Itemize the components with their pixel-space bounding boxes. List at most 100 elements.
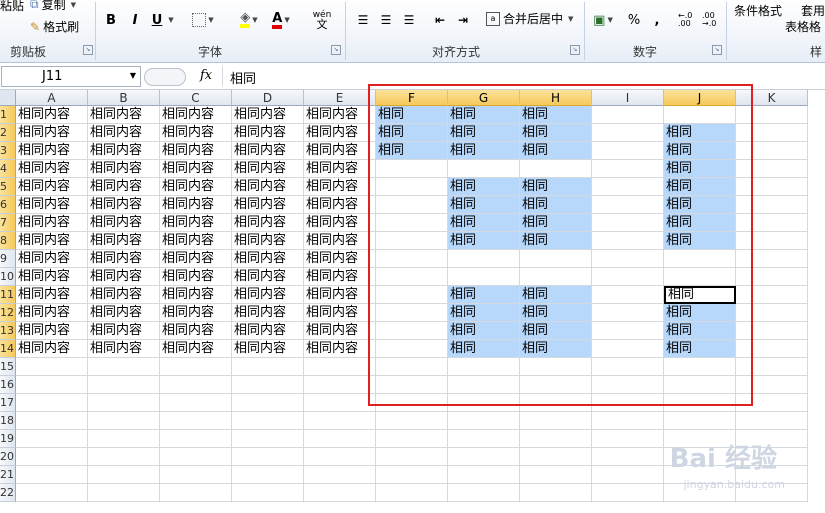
cell-B21[interactable]	[88, 466, 160, 484]
column-header-K[interactable]: K	[736, 90, 808, 106]
cell-E4[interactable]: 相同内容	[304, 160, 376, 178]
bold-button[interactable]: B	[104, 11, 118, 29]
cell-F6[interactable]	[376, 196, 448, 214]
cell-C15[interactable]	[160, 358, 232, 376]
cell-B18[interactable]	[88, 412, 160, 430]
cell-E11[interactable]: 相同内容	[304, 286, 376, 304]
insert-function-button[interactable]: fx	[200, 68, 212, 83]
comma-button[interactable]: ,	[652, 11, 662, 29]
cell-H11[interactable]: 相同	[520, 286, 592, 304]
row-header-14[interactable]: 14	[0, 340, 16, 358]
cell-E9[interactable]: 相同内容	[304, 250, 376, 268]
align-center-icon[interactable]: ☰	[378, 11, 394, 29]
row-header-4[interactable]: 4	[0, 160, 16, 178]
border-button[interactable]: ▼	[192, 11, 214, 29]
column-header-I[interactable]: I	[592, 90, 664, 106]
cell-C21[interactable]	[160, 466, 232, 484]
cell-A20[interactable]	[16, 448, 88, 466]
cell-I9[interactable]	[592, 250, 664, 268]
cell-B20[interactable]	[88, 448, 160, 466]
cell-E3[interactable]: 相同内容	[304, 142, 376, 160]
cell-J12[interactable]: 相同	[664, 304, 736, 322]
cell-D16[interactable]	[232, 376, 304, 394]
cell-C1[interactable]: 相同内容	[160, 106, 232, 124]
cell-E6[interactable]: 相同内容	[304, 196, 376, 214]
cell-A17[interactable]	[16, 394, 88, 412]
cell-I11[interactable]	[592, 286, 664, 304]
cell-F13[interactable]	[376, 322, 448, 340]
cell-G19[interactable]	[448, 430, 520, 448]
cell-A3[interactable]: 相同内容	[16, 142, 88, 160]
cell-I12[interactable]	[592, 304, 664, 322]
cell-B4[interactable]: 相同内容	[88, 160, 160, 178]
underline-button[interactable]: U	[150, 11, 164, 29]
cell-J6[interactable]: 相同	[664, 196, 736, 214]
format-painter-button[interactable]: ✎ 格式刷	[30, 18, 79, 35]
cell-H20[interactable]	[520, 448, 592, 466]
conditional-format-button[interactable]: 条件格式	[734, 2, 782, 19]
cell-D13[interactable]: 相同内容	[232, 322, 304, 340]
cell-F12[interactable]	[376, 304, 448, 322]
cell-C20[interactable]	[160, 448, 232, 466]
row-header-19[interactable]: 19	[0, 430, 16, 448]
cell-E8[interactable]: 相同内容	[304, 232, 376, 250]
cell-G5[interactable]: 相同	[448, 178, 520, 196]
cell-E12[interactable]: 相同内容	[304, 304, 376, 322]
column-header-F[interactable]: F	[376, 90, 448, 106]
cell-G6[interactable]: 相同	[448, 196, 520, 214]
cell-A14[interactable]: 相同内容	[16, 340, 88, 358]
cell-I21[interactable]	[592, 466, 664, 484]
cell-B6[interactable]: 相同内容	[88, 196, 160, 214]
cell-H22[interactable]	[520, 484, 592, 502]
cell-H19[interactable]	[520, 430, 592, 448]
cell-D15[interactable]	[232, 358, 304, 376]
cell-B22[interactable]	[88, 484, 160, 502]
table-format-button[interactable]: 套用	[801, 2, 825, 19]
phonetic-button[interactable]: wén 文	[307, 11, 337, 31]
cell-H6[interactable]: 相同	[520, 196, 592, 214]
cell-K1[interactable]	[736, 106, 808, 124]
cell-G22[interactable]	[448, 484, 520, 502]
cell-C6[interactable]: 相同内容	[160, 196, 232, 214]
cell-D8[interactable]: 相同内容	[232, 232, 304, 250]
column-header-A[interactable]: A	[16, 90, 88, 106]
cell-J3[interactable]: 相同	[664, 142, 736, 160]
cell-G1[interactable]: 相同	[448, 106, 520, 124]
cell-J4[interactable]: 相同	[664, 160, 736, 178]
cell-H1[interactable]: 相同	[520, 106, 592, 124]
cell-H7[interactable]: 相同	[520, 214, 592, 232]
row-header-13[interactable]: 13	[0, 322, 16, 340]
cell-J8[interactable]: 相同	[664, 232, 736, 250]
cell-H4[interactable]	[520, 160, 592, 178]
cell-J16[interactable]	[664, 376, 736, 394]
cell-H16[interactable]	[520, 376, 592, 394]
cell-B19[interactable]	[88, 430, 160, 448]
cell-C14[interactable]: 相同内容	[160, 340, 232, 358]
cell-C22[interactable]	[160, 484, 232, 502]
cell-B17[interactable]	[88, 394, 160, 412]
cell-A16[interactable]	[16, 376, 88, 394]
cell-J7[interactable]: 相同	[664, 214, 736, 232]
row-header-5[interactable]: 5	[0, 178, 16, 196]
increase-decimal-button[interactable]: ←.0 .00	[678, 11, 700, 29]
cell-C11[interactable]: 相同内容	[160, 286, 232, 304]
cell-A13[interactable]: 相同内容	[16, 322, 88, 340]
cell-K13[interactable]	[736, 322, 808, 340]
cell-A6[interactable]: 相同内容	[16, 196, 88, 214]
cell-D4[interactable]: 相同内容	[232, 160, 304, 178]
cell-I2[interactable]	[592, 124, 664, 142]
align-left-icon[interactable]: ☰	[355, 11, 371, 29]
cell-E13[interactable]: 相同内容	[304, 322, 376, 340]
cell-A9[interactable]: 相同内容	[16, 250, 88, 268]
cell-J5[interactable]: 相同	[664, 178, 736, 196]
cell-B14[interactable]: 相同内容	[88, 340, 160, 358]
cell-K12[interactable]	[736, 304, 808, 322]
cell-G11[interactable]: 相同	[448, 286, 520, 304]
cell-B11[interactable]: 相同内容	[88, 286, 160, 304]
cell-J10[interactable]	[664, 268, 736, 286]
column-header-C[interactable]: C	[160, 90, 232, 106]
cell-B5[interactable]: 相同内容	[88, 178, 160, 196]
cell-F15[interactable]	[376, 358, 448, 376]
name-box[interactable]: J11 ▼	[1, 66, 141, 87]
cell-D20[interactable]	[232, 448, 304, 466]
